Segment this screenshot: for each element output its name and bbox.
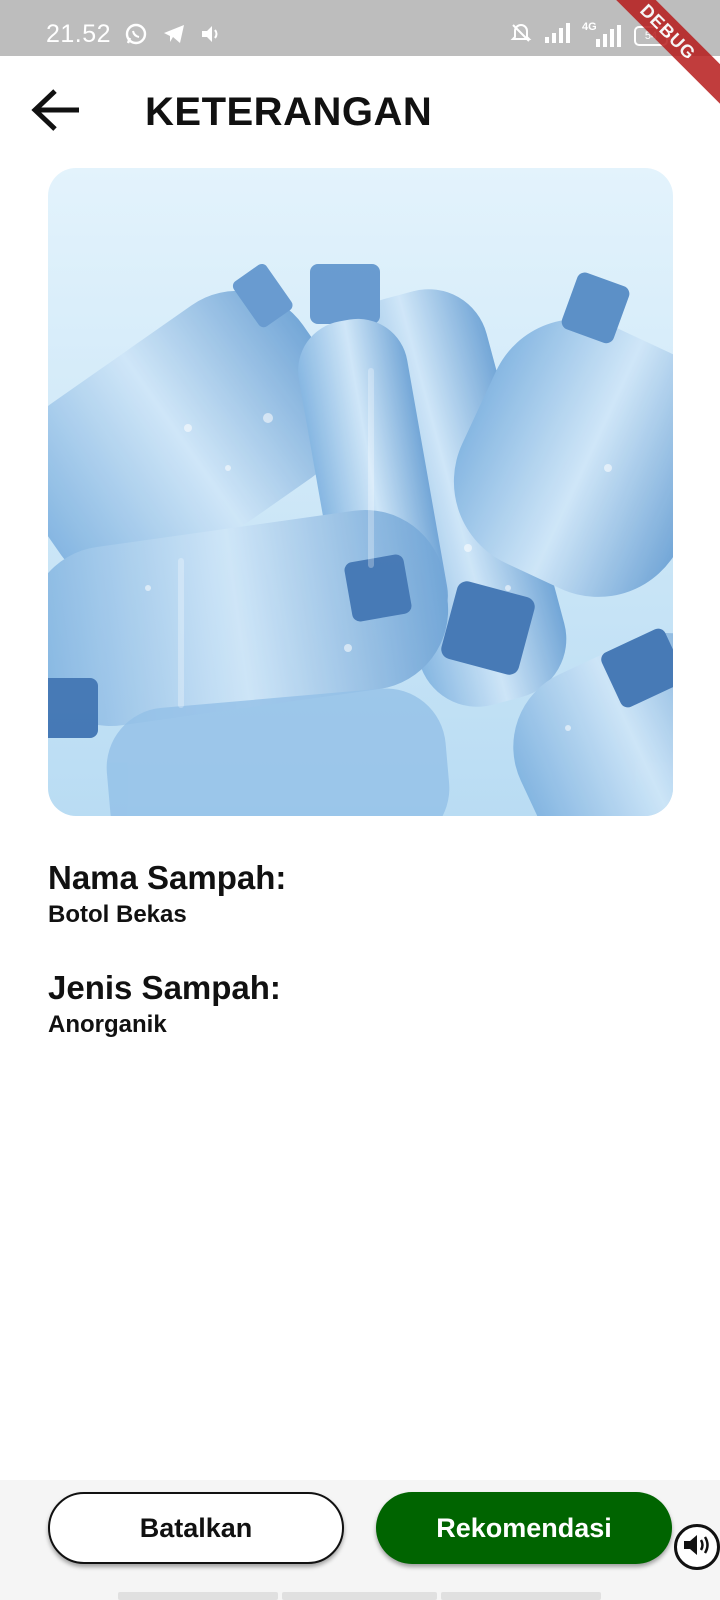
telegram-icon [162, 23, 186, 50]
arrow-left-icon [31, 88, 81, 137]
waste-name-label: Nama Sampah: [48, 859, 287, 896]
waste-name-section: Nama Sampah: Botol Bekas [48, 858, 286, 930]
plastic-bottles-illustration [48, 168, 673, 816]
waste-name-value: Botol Bekas [48, 901, 187, 928]
whatsapp-icon [124, 22, 148, 51]
cancel-button[interactable]: Batalkan [48, 1492, 344, 1564]
app-bar: KETERANGAN [0, 56, 720, 168]
waste-type-label: Jenis Sampah: [48, 969, 281, 1006]
nav-indicator-3 [441, 1592, 601, 1600]
back-button[interactable] [26, 82, 86, 142]
speaker-icon [682, 1532, 712, 1563]
volume-icon [200, 24, 222, 49]
bottom-action-bar: Batalkan Rekomendasi [0, 1480, 720, 1600]
recommend-button[interactable]: Rekomendasi [376, 1492, 672, 1564]
status-bar: 21.52 4G 54 [0, 0, 720, 56]
sound-toggle-button[interactable] [674, 1524, 720, 1570]
signal-icon [544, 23, 570, 48]
nav-indicator-2 [282, 1592, 437, 1600]
mute-bell-icon [510, 22, 532, 49]
waste-type-section: Jenis Sampah: Anorganik [48, 968, 281, 1040]
waste-type-value: Anorganik [48, 1011, 167, 1038]
4g-signal-icon: 4G [582, 21, 622, 47]
status-time: 21.52 [46, 20, 112, 48]
waste-image [48, 168, 673, 816]
nav-indicator-1 [118, 1592, 278, 1600]
status-left-icons [124, 22, 222, 51]
page-title: KETERANGAN [145, 90, 433, 134]
